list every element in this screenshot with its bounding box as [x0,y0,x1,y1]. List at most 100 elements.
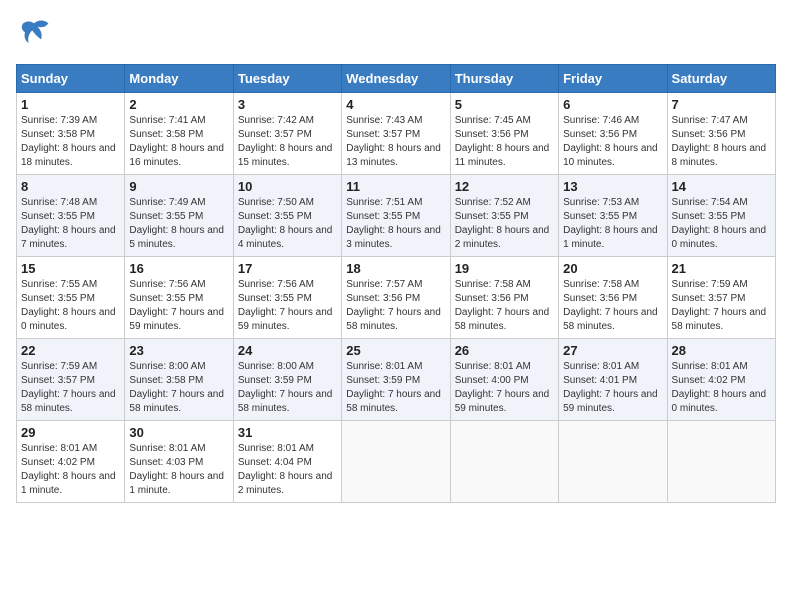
calendar-cell: 15 Sunrise: 7:55 AMSunset: 3:55 PMDayligh… [17,257,125,339]
day-info: Sunrise: 7:54 AMSunset: 3:55 PMDaylight:… [672,196,771,252]
day-info: Sunrise: 7:47 AMSunset: 3:56 PMDaylight:… [672,114,771,170]
calendar-cell: 26Sunrise: 8:01 AMSunset: 4:00 PMDayligh… [450,339,558,421]
day-info: Sunrise: 7:56 AMSunset: 3:55 PMDaylight:… [129,278,228,334]
calendar-table: SundayMondayTuesdayWednesdayThursdayFrid… [16,64,776,503]
calendar-cell: 6 Sunrise: 7:46 AMSunset: 3:56 PMDaylight… [559,93,667,175]
day-number: 11 [346,179,445,194]
col-header-thursday: Thursday [450,65,558,93]
calendar-cell: 4 Sunrise: 7:43 AMSunset: 3:57 PMDaylight… [342,93,450,175]
day-number: 21 [672,261,771,276]
day-number: 9 [129,179,228,194]
calendar-cell: 2Sunrise: 7:41 AMSunset: 3:58 PMDaylight… [125,93,233,175]
calendar-header-row: SundayMondayTuesdayWednesdayThursdayFrid… [17,65,776,93]
day-info: Sunrise: 7:39 AMSunset: 3:58 PMDaylight:… [21,114,120,170]
calendar-cell: 19 Sunrise: 7:58 AMSunset: 3:56 PMDayligh… [450,257,558,339]
calendar-cell: 18 Sunrise: 7:57 AMSunset: 3:56 PMDayligh… [342,257,450,339]
day-number: 4 [346,97,445,112]
col-header-sunday: Sunday [17,65,125,93]
day-number: 18 [346,261,445,276]
col-header-monday: Monday [125,65,233,93]
calendar-cell: 3 Sunrise: 7:42 AMSunset: 3:57 PMDaylight… [233,93,341,175]
day-info: Sunrise: 7:42 AMSunset: 3:57 PMDaylight:… [238,114,337,170]
calendar-cell: 17 Sunrise: 7:56 AMSunset: 3:55 PMDayligh… [233,257,341,339]
calendar-cell: 28 Sunrise: 8:01 AMSunset: 4:02 PMDayligh… [667,339,775,421]
calendar-week-4: 22 Sunrise: 7:59 AMSunset: 3:57 PMDayligh… [17,339,776,421]
day-number: 12 [455,179,554,194]
day-number: 26 [455,343,554,358]
day-number: 7 [672,97,771,112]
day-info: Sunrise: 7:58 AMSunset: 3:56 PMDaylight:… [455,278,554,334]
day-number: 24 [238,343,337,358]
logo-icon [16,16,52,52]
calendar-week-3: 15 Sunrise: 7:55 AMSunset: 3:55 PMDayligh… [17,257,776,339]
calendar-cell: 25Sunrise: 8:01 AMSunset: 3:59 PMDayligh… [342,339,450,421]
day-number: 30 [129,425,228,440]
day-number: 23 [129,343,228,358]
calendar-cell: 30 Sunrise: 8:01 AMSunset: 4:03 PMDayligh… [125,421,233,503]
day-info: Sunrise: 7:43 AMSunset: 3:57 PMDaylight:… [346,114,445,170]
day-number: 27 [563,343,662,358]
day-number: 3 [238,97,337,112]
day-number: 8 [21,179,120,194]
calendar-cell [559,421,667,503]
calendar-cell: 24Sunrise: 8:00 AMSunset: 3:59 PMDayligh… [233,339,341,421]
calendar-cell: 27 Sunrise: 8:01 AMSunset: 4:01 PMDayligh… [559,339,667,421]
day-number: 31 [238,425,337,440]
day-info: Sunrise: 8:01 AMSunset: 4:02 PMDaylight:… [672,360,771,416]
calendar-cell [667,421,775,503]
day-info: Sunrise: 7:46 AMSunset: 3:56 PMDaylight:… [563,114,662,170]
calendar-cell: 5Sunrise: 7:45 AMSunset: 3:56 PMDaylight… [450,93,558,175]
day-info: Sunrise: 8:01 AMSunset: 4:01 PMDaylight:… [563,360,662,416]
day-number: 25 [346,343,445,358]
calendar-cell: 8 Sunrise: 7:48 AMSunset: 3:55 PMDaylight… [17,175,125,257]
day-info: Sunrise: 7:56 AMSunset: 3:55 PMDaylight:… [238,278,337,334]
calendar-cell: 13Sunrise: 7:53 AMSunset: 3:55 PMDayligh… [559,175,667,257]
col-header-tuesday: Tuesday [233,65,341,93]
day-info: Sunrise: 7:55 AMSunset: 3:55 PMDaylight:… [21,278,120,334]
calendar-cell [342,421,450,503]
logo [16,16,56,52]
day-number: 6 [563,97,662,112]
calendar-cell: 12 Sunrise: 7:52 AMSunset: 3:55 PMDayligh… [450,175,558,257]
day-number: 15 [21,261,120,276]
calendar-cell: 9 Sunrise: 7:49 AMSunset: 3:55 PMDaylight… [125,175,233,257]
calendar-cell: 23Sunrise: 8:00 AMSunset: 3:58 PMDayligh… [125,339,233,421]
calendar-cell: 22 Sunrise: 7:59 AMSunset: 3:57 PMDayligh… [17,339,125,421]
col-header-friday: Friday [559,65,667,93]
day-number: 1 [21,97,120,112]
day-info: Sunrise: 8:01 AMSunset: 4:03 PMDaylight:… [129,442,228,498]
day-number: 2 [129,97,228,112]
col-header-saturday: Saturday [667,65,775,93]
day-number: 20 [563,261,662,276]
calendar-cell [450,421,558,503]
day-number: 10 [238,179,337,194]
calendar-cell: 21 Sunrise: 7:59 AMSunset: 3:57 PMDayligh… [667,257,775,339]
calendar-cell: 11 Sunrise: 7:51 AMSunset: 3:55 PMDayligh… [342,175,450,257]
day-number: 17 [238,261,337,276]
day-info: Sunrise: 7:51 AMSunset: 3:55 PMDaylight:… [346,196,445,252]
calendar-cell: 16 Sunrise: 7:56 AMSunset: 3:55 PMDayligh… [125,257,233,339]
calendar-cell: 29Sunrise: 8:01 AMSunset: 4:02 PMDayligh… [17,421,125,503]
day-info: Sunrise: 8:01 AMSunset: 4:02 PMDaylight:… [21,442,120,498]
calendar-body: 1 Sunrise: 7:39 AMSunset: 3:58 PMDaylight… [17,93,776,503]
day-number: 19 [455,261,554,276]
day-info: Sunrise: 7:59 AMSunset: 3:57 PMDaylight:… [21,360,120,416]
day-info: Sunrise: 7:58 AMSunset: 3:56 PMDaylight:… [563,278,662,334]
day-info: Sunrise: 8:01 AMSunset: 4:04 PMDaylight:… [238,442,337,498]
day-number: 28 [672,343,771,358]
day-number: 16 [129,261,228,276]
calendar-cell: 14 Sunrise: 7:54 AMSunset: 3:55 PMDayligh… [667,175,775,257]
col-header-wednesday: Wednesday [342,65,450,93]
calendar-cell: 10Sunrise: 7:50 AMSunset: 3:55 PMDayligh… [233,175,341,257]
day-info: Sunrise: 7:59 AMSunset: 3:57 PMDaylight:… [672,278,771,334]
day-number: 14 [672,179,771,194]
calendar-cell: 1 Sunrise: 7:39 AMSunset: 3:58 PMDaylight… [17,93,125,175]
day-info: Sunrise: 7:57 AMSunset: 3:56 PMDaylight:… [346,278,445,334]
day-info: Sunrise: 7:48 AMSunset: 3:55 PMDaylight:… [21,196,120,252]
calendar-week-1: 1 Sunrise: 7:39 AMSunset: 3:58 PMDaylight… [17,93,776,175]
day-info: Sunrise: 7:52 AMSunset: 3:55 PMDaylight:… [455,196,554,252]
day-info: Sunrise: 7:49 AMSunset: 3:55 PMDaylight:… [129,196,228,252]
page-header [16,16,776,52]
day-number: 13 [563,179,662,194]
day-number: 22 [21,343,120,358]
